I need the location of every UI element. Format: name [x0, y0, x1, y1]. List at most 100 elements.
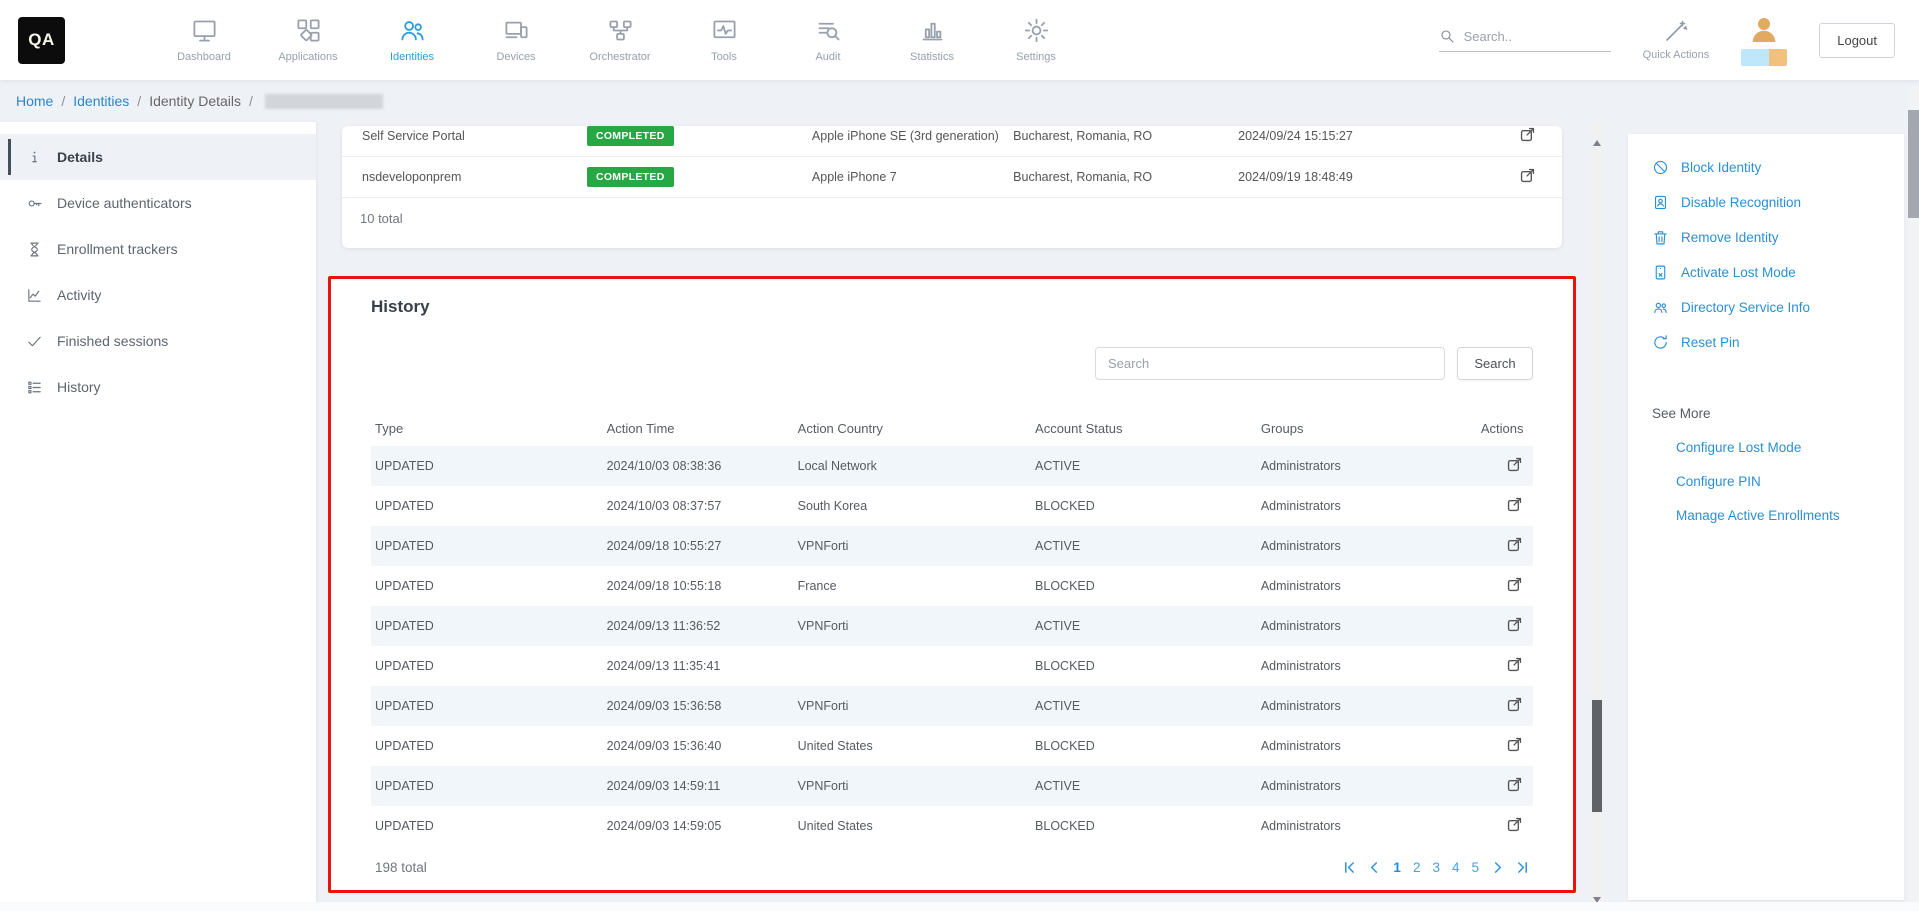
nav-item-tools[interactable]: Tools [693, 17, 755, 63]
open-record-icon [1506, 816, 1523, 833]
history-groups: Administrators [1259, 579, 1479, 593]
history-search-input[interactable] [1095, 347, 1445, 380]
sidebar-item-label: Device authenticators [57, 195, 192, 211]
sidebar-item-enrollment-trackers[interactable]: Enrollment trackers [0, 226, 316, 272]
page-number-1[interactable]: 1 [1393, 860, 1401, 875]
page-number-5[interactable]: 5 [1471, 860, 1479, 875]
see-more-manage-active-enrollments[interactable]: Manage Active Enrollments [1676, 508, 1890, 523]
actions-panel: Block IdentityDisable Recognition Remove … [1628, 134, 1904, 900]
nav-item-statistics[interactable]: Statistics [901, 17, 963, 63]
prev-page-icon [1368, 861, 1381, 874]
info-icon [26, 149, 43, 166]
open-history-record-button[interactable] [1506, 736, 1531, 756]
main-scrollbar-thumb[interactable] [1592, 700, 1602, 812]
history-action-country: VPNForti [796, 779, 1033, 793]
history-groups: Administrators [1259, 819, 1479, 833]
nav-item-label: Identities [390, 51, 434, 63]
flag-badge[interactable] [1741, 49, 1787, 66]
action-activate-lost-mode[interactable]: Activate Lost Mode [1652, 255, 1890, 290]
action-label: Directory Service Info [1681, 300, 1810, 315]
session-time: 2024/09/24 15:15:27 [1236, 129, 1473, 143]
main-content: Self Service Portal COMPLETED Apple iPho… [316, 122, 1590, 911]
see-more-configure-lost-mode[interactable]: Configure Lost Mode [1676, 440, 1890, 455]
history-action-time: 2024/09/18 10:55:18 [605, 579, 796, 593]
user-menu[interactable] [1741, 14, 1787, 66]
sidebar-item-device-authenticators[interactable]: Device authenticators [0, 180, 316, 226]
open-history-record-button[interactable] [1506, 496, 1531, 516]
open-history-record-button[interactable] [1506, 456, 1531, 476]
global-search-input[interactable] [1464, 29, 1598, 44]
history-search-button[interactable]: Search [1457, 347, 1533, 380]
footer-strip [0, 902, 1919, 911]
see-more-configure-pin[interactable]: Configure PIN [1676, 474, 1890, 489]
main-scrollbar[interactable] [1592, 122, 1602, 911]
top-bar: QA Dashboard Applications Identities Device… [0, 0, 1919, 80]
history-row: UPDATED 2024/09/03 15:36:40 United State… [371, 726, 1533, 766]
nav-item-audit[interactable]: Audit [797, 17, 859, 63]
last-page-button[interactable] [1516, 861, 1529, 874]
prev-page-button[interactable] [1368, 861, 1381, 874]
sidebar-item-label: Finished sessions [57, 333, 168, 349]
history-account-status: ACTIVE [1033, 619, 1259, 633]
logout-button[interactable]: Logout [1819, 23, 1895, 58]
nav-item-dashboard[interactable]: Dashboard [173, 17, 235, 63]
breadcrumb-item-identities[interactable]: Identities [73, 93, 129, 109]
history-row: UPDATED 2024/09/13 11:35:41 BLOCKED Admi… [371, 646, 1533, 686]
quick-actions-button[interactable]: Quick Actions [1643, 19, 1710, 61]
history-type: UPDATED [373, 779, 605, 793]
nav-item-applications[interactable]: Applications [277, 17, 339, 63]
next-page-button[interactable] [1491, 861, 1504, 874]
nav-item-identities[interactable]: Identities [381, 17, 443, 63]
action-remove-identity[interactable]: Remove Identity [1652, 220, 1890, 255]
history-column-action-time: Action Time [605, 421, 796, 436]
open-history-record-button[interactable] [1506, 816, 1531, 836]
identities-icon [399, 17, 426, 44]
actions-list: Block IdentityDisable Recognition Remove … [1652, 150, 1890, 360]
open-history-record-button[interactable] [1506, 576, 1531, 596]
open-history-record-button[interactable] [1506, 616, 1531, 636]
page-number-3[interactable]: 3 [1432, 860, 1440, 875]
nav-item-orchestrator[interactable]: Orchestrator [589, 17, 651, 63]
sidebar-item-history[interactable]: History [0, 364, 316, 410]
open-history-record-button[interactable] [1506, 656, 1531, 676]
top-search[interactable] [1439, 28, 1611, 52]
action-reset-pin[interactable]: Reset Pin [1652, 325, 1890, 360]
nav-item-label: Applications [278, 51, 337, 63]
screen: QA Dashboard Applications Identities Device… [0, 0, 1919, 911]
history-groups: Administrators [1259, 499, 1479, 513]
history-type: UPDATED [373, 499, 605, 513]
sidebar-item-details[interactable]: Details [0, 134, 316, 180]
history-card annotation-highlight: History Search TypeAction TimeAction Cou… [328, 276, 1576, 893]
nav-item-settings[interactable]: Settings [1005, 17, 1067, 63]
first-page-button[interactable] [1343, 861, 1356, 874]
open-history-record-button[interactable] [1506, 536, 1531, 556]
sidebar-item-finished-sessions[interactable]: Finished sessions [0, 318, 316, 364]
settings-icon [1023, 17, 1050, 44]
page-scrollbar[interactable] [1908, 86, 1919, 911]
page-number-4[interactable]: 4 [1452, 860, 1460, 875]
open-history-record-button[interactable] [1506, 696, 1531, 716]
open-session-button[interactable] [1519, 126, 1544, 146]
open-history-record-button[interactable] [1506, 776, 1531, 796]
scroll-up-arrow-icon[interactable] [1593, 140, 1601, 146]
open-record-icon [1506, 616, 1523, 633]
history-account-status: ACTIVE [1033, 539, 1259, 553]
breadcrumb-item-home[interactable]: Home [16, 93, 53, 109]
nav-item-devices[interactable]: Devices [485, 17, 547, 63]
action-label: Remove Identity [1681, 230, 1779, 245]
app-logo[interactable]: QA [18, 17, 65, 64]
open-record-icon [1519, 126, 1536, 143]
action-disable-recognition[interactable]: Disable Recognition [1652, 185, 1890, 220]
sidebar-item-label: Enrollment trackers [57, 241, 178, 257]
devices-icon [503, 17, 530, 44]
history-row: UPDATED 2024/09/03 14:59:11 VPNForti ACT… [371, 766, 1533, 806]
block-icon [1652, 159, 1669, 176]
page-scrollbar-thumb[interactable] [1908, 110, 1919, 218]
sidebar-item-activity[interactable]: Activity [0, 272, 316, 318]
open-session-button[interactable] [1519, 167, 1544, 187]
action-directory-service-info[interactable]: Directory Service Info [1652, 290, 1890, 325]
history-groups: Administrators [1259, 619, 1479, 633]
trash-icon [1652, 229, 1669, 246]
action-block-identity[interactable]: Block Identity [1652, 150, 1890, 185]
page-number-2[interactable]: 2 [1413, 860, 1421, 875]
